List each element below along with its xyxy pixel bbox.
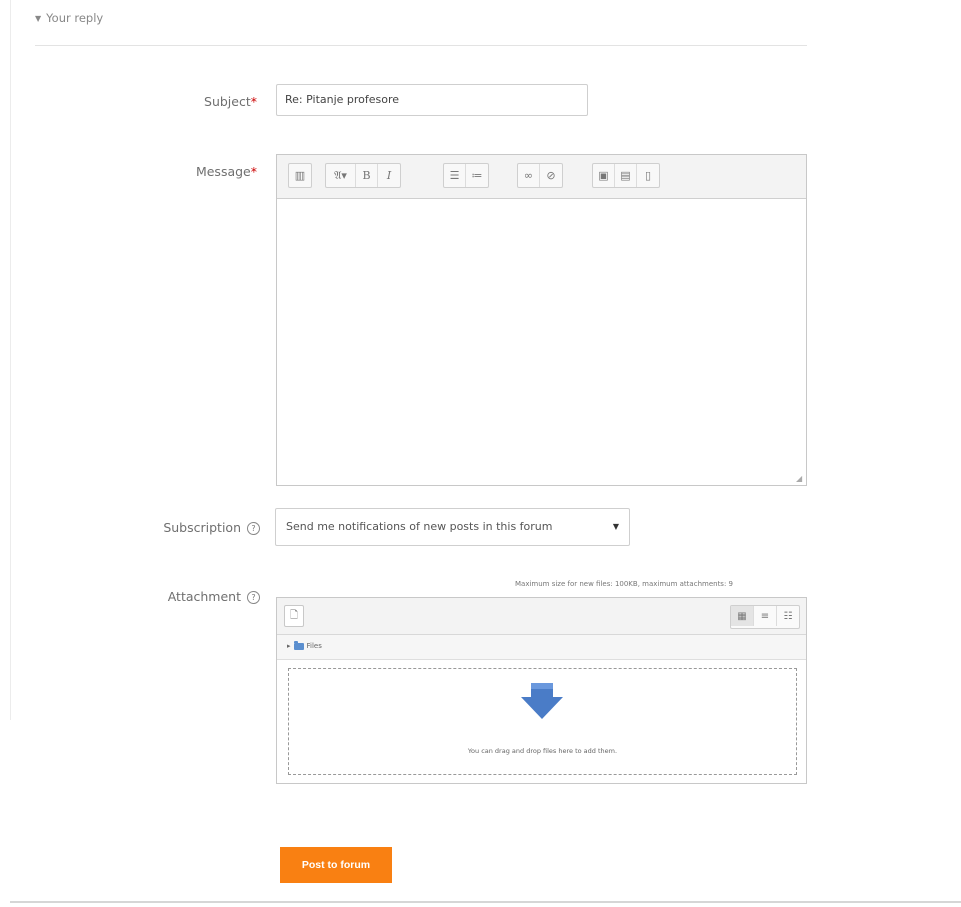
unordered-list-icon[interactable]: ☰ [444, 164, 466, 187]
help-icon[interactable]: ? [247, 591, 260, 604]
editor-toolbar: ▥ 𝔄▾ B I ☰ ≔ ∞ ⊘ ▣ ▤ ▯ [277, 155, 806, 199]
italic-icon[interactable]: I [378, 164, 400, 187]
message-label: Message* [150, 164, 257, 179]
tree-view-icon[interactable]: ☷ [777, 606, 799, 626]
media-icon[interactable]: ▤ [615, 164, 637, 187]
file-manager: 🗋 ▦ ≡ ☷ ▸ Files You can drag and drop fi… [276, 597, 807, 784]
page-bottom-border [10, 901, 961, 903]
attachment-label: Attachment? [120, 589, 260, 604]
ordered-list-icon[interactable]: ≔ [466, 164, 488, 187]
file-dropzone[interactable]: You can drag and drop files here to add … [288, 668, 797, 775]
subscription-selected-value: Send me notifications of new posts in th… [286, 520, 553, 533]
page-left-border [10, 0, 11, 720]
attachment-label-text: Attachment [167, 589, 241, 604]
image-icon[interactable]: ▣ [593, 164, 615, 187]
toolbar-group-media: ▣ ▤ ▯ [592, 163, 660, 188]
message-label-text: Message [195, 164, 251, 179]
section-toggle-your-reply[interactable]: ▼ Your reply [35, 11, 103, 25]
triangle-down-icon: ▼ [35, 14, 42, 23]
message-textarea[interactable] [277, 199, 806, 485]
view-switcher: ▦ ≡ ☷ [730, 605, 800, 629]
link-icon[interactable]: ∞ [518, 164, 540, 187]
manage-files-icon[interactable]: ▯ [637, 164, 659, 187]
drop-arrow-icon [521, 683, 563, 719]
file-manager-toolbar: 🗋 ▦ ≡ ☷ [277, 598, 806, 635]
subject-input[interactable]: Re: Pitanje profesore [276, 84, 588, 116]
path-toggle-icon[interactable]: ▸ [287, 642, 291, 650]
dropzone-text: You can drag and drop files here to add … [467, 747, 618, 755]
required-mark: * [250, 94, 257, 109]
chevron-down-icon: ▼ [612, 522, 619, 531]
bold-icon[interactable]: B [356, 164, 378, 187]
subscription-select[interactable]: Send me notifications of new posts in th… [275, 508, 630, 546]
section-title: Your reply [46, 11, 104, 25]
subscription-label-text: Subscription [163, 520, 241, 535]
unlink-icon[interactable]: ⊘ [540, 164, 562, 187]
resize-grip-icon[interactable]: ◢ [796, 475, 804, 483]
file-path-bar: ▸ Files [277, 635, 806, 660]
post-to-forum-button[interactable]: Post to forum [280, 847, 392, 883]
message-editor: ▥ 𝔄▾ B I ☰ ≔ ∞ ⊘ ▣ ▤ ▯ ◢ [276, 154, 807, 486]
subscription-label: Subscription? [120, 520, 260, 535]
folder-icon [293, 640, 304, 650]
list-view-icon[interactable]: ≡ [754, 606, 777, 626]
toolbar-group-toggle: ▥ [288, 163, 312, 188]
toolbar-group-lists: ☰ ≔ [443, 163, 489, 188]
toolbar-group-style: 𝔄▾ B I [325, 163, 401, 188]
section-divider [35, 45, 807, 46]
add-file-icon[interactable]: 🗋 [284, 605, 304, 627]
subject-label: Subject* [150, 94, 257, 109]
help-icon[interactable]: ? [247, 522, 260, 535]
icon-view-icon[interactable]: ▦ [731, 606, 754, 626]
paragraph-style-icon[interactable]: 𝔄▾ [326, 164, 356, 187]
required-mark: * [250, 164, 257, 179]
subject-label-text: Subject [204, 94, 251, 109]
path-label[interactable]: Files [307, 642, 322, 650]
attachment-limits-note: Maximum size for new files: 100KB, maxim… [515, 580, 733, 588]
toolbar-group-links: ∞ ⊘ [517, 163, 563, 188]
toolbar-toggle-icon[interactable]: ▥ [289, 164, 311, 187]
